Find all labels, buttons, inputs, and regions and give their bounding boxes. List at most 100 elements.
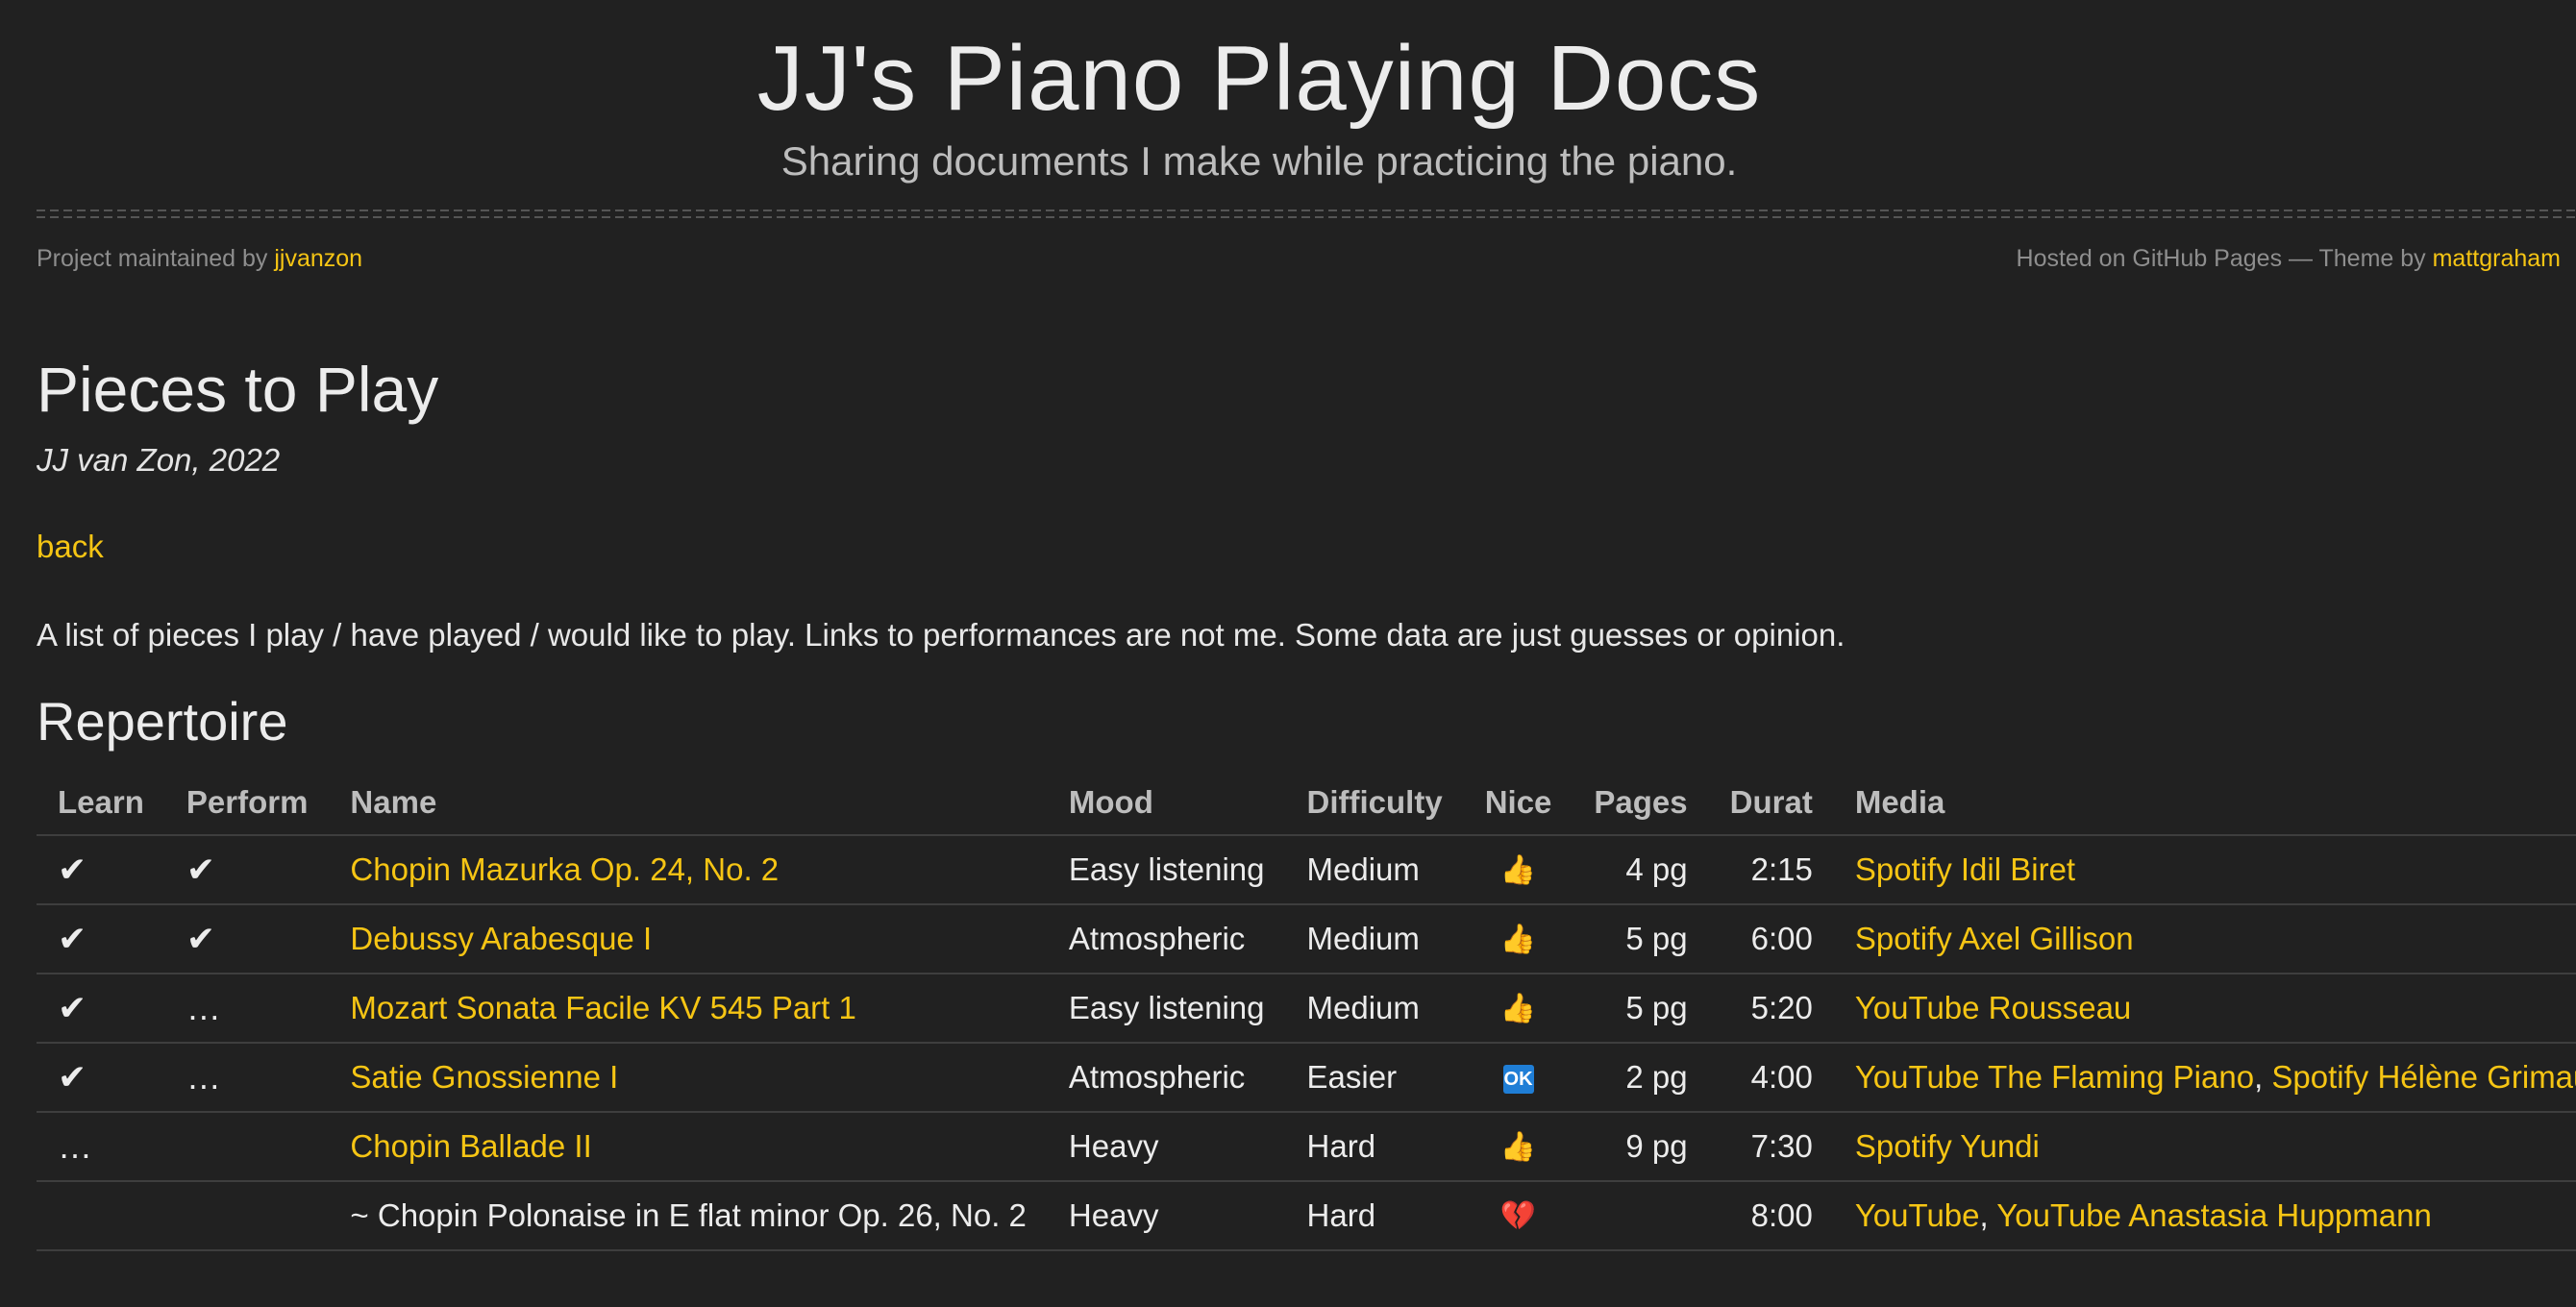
back-link[interactable]: back bbox=[37, 525, 104, 569]
header-media: Media bbox=[1833, 782, 2576, 836]
header-pages: Pages bbox=[1573, 782, 1709, 836]
perform-cell: ✔ bbox=[164, 835, 330, 905]
piece-link[interactable]: Chopin Ballade II bbox=[350, 1128, 591, 1164]
broken-heart-icon: 💔 bbox=[1499, 1200, 1537, 1233]
header-perform: Perform bbox=[164, 782, 330, 836]
header-difficulty: Difficulty bbox=[1285, 782, 1464, 836]
header-name: Name bbox=[329, 782, 1048, 836]
media-link[interactable]: YouTube Rousseau bbox=[1855, 990, 2131, 1025]
table-header-row: Learn Perform Name Mood Difficulty Nice … bbox=[37, 782, 2576, 836]
perform-cell bbox=[164, 1112, 330, 1182]
media-link[interactable]: YouTube Anastasia Huppmann bbox=[1996, 1197, 2432, 1233]
header-mood: Mood bbox=[1047, 782, 1286, 836]
header-nice: Nice bbox=[1463, 782, 1573, 836]
page-title: Pieces to Play bbox=[37, 354, 439, 425]
maintainer-line: Project maintained by jjvanzon bbox=[37, 245, 362, 273]
difficulty-cell: Hard bbox=[1285, 1112, 1464, 1182]
difficulty-cell: Medium bbox=[1285, 974, 1464, 1044]
media-cell: Spotify Yundi bbox=[1833, 1112, 2576, 1182]
maintainer-link[interactable]: jjvanzon bbox=[274, 245, 362, 272]
difficulty-cell: Medium bbox=[1285, 904, 1464, 974]
main-content: Pieces to Play JJ van Zon, 2022 back A l… bbox=[37, 346, 2576, 1251]
ok-icon: OK bbox=[1502, 1065, 1534, 1095]
pages-cell: 2 pg bbox=[1573, 1043, 1709, 1113]
nice-cell: 👍 bbox=[1463, 904, 1573, 974]
thumbs-up-icon: 👍 bbox=[1499, 993, 1537, 1025]
difficulty-cell: Hard bbox=[1285, 1181, 1464, 1251]
name-cell: ~ Chopin Polonaise in E flat minor Op. 2… bbox=[329, 1181, 1048, 1251]
difficulty-cell: Easier bbox=[1285, 1043, 1464, 1113]
theme-author-link[interactable]: mattgraham bbox=[2433, 245, 2561, 272]
media-link[interactable]: Spotify Idil Biret bbox=[1855, 851, 2075, 887]
learn-cell: ✔ bbox=[37, 835, 165, 905]
section-title-repertoire: Repertoire bbox=[37, 691, 288, 752]
media-cell: YouTube, YouTube Anastasia Huppmann bbox=[1833, 1181, 2576, 1251]
media-link[interactable]: Spotify Yundi bbox=[1855, 1128, 2040, 1164]
thumbs-up-icon: 👍 bbox=[1499, 924, 1537, 956]
perform-cell: ✔ bbox=[164, 904, 330, 974]
header-divider bbox=[37, 210, 2576, 219]
media-cell: Spotify Axel Gillison bbox=[1833, 904, 2576, 974]
pages-cell: 9 pg bbox=[1573, 1112, 1709, 1182]
header-duration: Durat bbox=[1708, 782, 1834, 836]
pages-cell: 5 pg bbox=[1573, 974, 1709, 1044]
duration-cell: 7:30 bbox=[1708, 1112, 1834, 1182]
media-cell: YouTube The Flaming Piano, Spotify Hélèn… bbox=[1833, 1043, 2576, 1113]
mood-cell: Easy listening bbox=[1047, 835, 1286, 905]
piece-link[interactable]: Chopin Mazurka Op. 24, No. 2 bbox=[350, 851, 779, 887]
media-link[interactable]: YouTube bbox=[1855, 1197, 1980, 1233]
table-row: ✔… Mozart Sonata Facile KV 545 Part 1 Easy… bbox=[37, 974, 2576, 1044]
perform-cell: … bbox=[164, 1043, 330, 1113]
learn-cell: ✔ bbox=[37, 1043, 165, 1113]
nice-cell: 👍 bbox=[1463, 1112, 1573, 1182]
hosted-text: Hosted on GitHub Pages — Theme by bbox=[2016, 245, 2433, 272]
pages-cell bbox=[1573, 1181, 1709, 1251]
media-link[interactable]: Spotify Axel Gillison bbox=[1855, 921, 2134, 956]
duration-cell: 5:20 bbox=[1708, 974, 1834, 1044]
piece-link[interactable]: Satie Gnossienne I bbox=[350, 1059, 618, 1095]
media-link[interactable]: Spotify Hélène Grimaud bbox=[2271, 1059, 2576, 1095]
site-title: JJ's Piano Playing Docs bbox=[756, 27, 1762, 130]
piece-link[interactable]: Debussy Arabesque I bbox=[350, 921, 652, 956]
learn-cell: … bbox=[37, 1112, 165, 1182]
maintainer-prefix: Project maintained by bbox=[37, 245, 275, 272]
header-learn: Learn bbox=[37, 782, 165, 836]
pages-cell: 4 pg bbox=[1573, 835, 1709, 905]
site-header: JJ's Piano Playing Docs Sharing document… bbox=[0, 0, 2576, 317]
learn-cell bbox=[37, 1181, 165, 1251]
perform-cell bbox=[164, 1181, 330, 1251]
table-row: ✔ ✔ Chopin Mazurka Op. 24, No. 2 Easy liste… bbox=[37, 835, 2576, 905]
media-link[interactable]: YouTube The Flaming Piano bbox=[1855, 1059, 2254, 1095]
learn-cell: ✔ bbox=[37, 904, 165, 974]
duration-cell: 2:15 bbox=[1708, 835, 1834, 905]
mood-cell: Easy listening bbox=[1047, 974, 1286, 1044]
nice-cell: 👍 bbox=[1463, 974, 1573, 1044]
duration-cell: 8:00 bbox=[1708, 1181, 1834, 1251]
mood-cell: Atmospheric bbox=[1047, 904, 1286, 974]
intro-paragraph: A list of pieces I play / have played / … bbox=[37, 617, 1845, 653]
table-row: … Chopin Ballade II Heavy Hard 👍 9 pg 7:30 Spot… bbox=[37, 1112, 2576, 1182]
nice-cell: 👍 bbox=[1463, 835, 1573, 905]
media-separator: , bbox=[1979, 1197, 1997, 1233]
duration-cell: 4:00 bbox=[1708, 1043, 1834, 1113]
nice-cell: OK bbox=[1463, 1043, 1573, 1113]
name-cell: Chopin Mazurka Op. 24, No. 2 bbox=[329, 835, 1048, 905]
duration-cell: 6:00 bbox=[1708, 904, 1834, 974]
repertoire-table: Learn Perform Name Mood Difficulty Nice … bbox=[37, 782, 2576, 1251]
media-cell: YouTube Rousseau bbox=[1833, 974, 2576, 1044]
thumbs-up-icon: 👍 bbox=[1499, 1131, 1537, 1164]
repertoire-table-body: ✔ ✔ Chopin Mazurka Op. 24, No. 2 Easy liste… bbox=[37, 835, 2576, 1251]
mood-cell: Atmospheric bbox=[1047, 1043, 1286, 1113]
learn-cell: ✔ bbox=[37, 974, 165, 1044]
table-row: ✔… Satie Gnossienne I Atmospheric Easier OK 2… bbox=[37, 1043, 2576, 1113]
media-cell: Spotify Idil Biret bbox=[1833, 835, 2576, 905]
name-cell: Mozart Sonata Facile KV 545 Part 1 bbox=[329, 974, 1048, 1044]
media-separator: , bbox=[2254, 1059, 2272, 1095]
name-cell: Satie Gnossienne I bbox=[329, 1043, 1048, 1113]
name-cell: Debussy Arabesque I bbox=[329, 904, 1048, 974]
pages-cell: 5 pg bbox=[1573, 904, 1709, 974]
table-row: ✔ ✔ Debussy Arabesque I Atmospheric Medium 👍 5… bbox=[37, 904, 2576, 974]
table-row: ~ Chopin Polonaise in E flat minor Op. 2… bbox=[37, 1181, 2576, 1251]
piece-link[interactable]: Mozart Sonata Facile KV 545 Part 1 bbox=[350, 990, 855, 1025]
difficulty-cell: Medium bbox=[1285, 835, 1464, 905]
